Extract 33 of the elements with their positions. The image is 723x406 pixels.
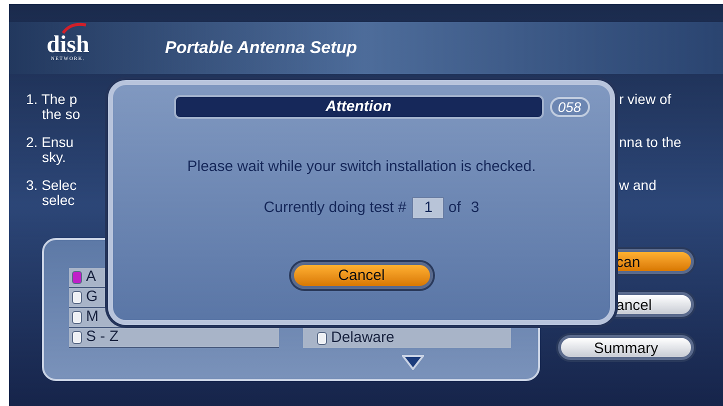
- checkbox[interactable]: [72, 271, 82, 284]
- of-label: of: [448, 198, 461, 218]
- instruction-text: selec: [41, 193, 76, 208]
- list-item[interactable]: Delaware: [303, 328, 511, 348]
- item-label: A: [86, 267, 96, 288]
- logo-wordmark: dish: [46, 33, 90, 57]
- instruction-text: nna to the: [619, 135, 682, 150]
- checkbox[interactable]: [72, 291, 82, 304]
- down-arrow-icon: [402, 354, 424, 370]
- cancel-button[interactable]: Cancel: [290, 262, 432, 289]
- total-tests: 3: [470, 198, 480, 218]
- dialog-title: Attention: [326, 96, 392, 117]
- instruction-text: w and: [619, 178, 658, 193]
- checkbox[interactable]: [72, 311, 82, 324]
- progress-label: Currently doing test #: [264, 198, 406, 218]
- item-label: G: [86, 287, 98, 308]
- instruction-text: the so: [41, 107, 80, 122]
- item-label: S - Z: [86, 327, 118, 348]
- test-number-field: 1: [412, 196, 444, 219]
- checkbox[interactable]: [317, 332, 327, 344]
- instruction-text: 1. The p: [26, 92, 78, 107]
- side-button[interactable]: Summary: [558, 335, 694, 360]
- page-title: Portable Antenna Setup: [165, 37, 358, 60]
- instruction-text: 3. Selec: [26, 178, 77, 193]
- instruction-text: sky.: [41, 150, 67, 165]
- swoosh-icon: [61, 22, 87, 34]
- instruction-text: 2. Ensu: [26, 135, 74, 150]
- dialog-message: Please wait while your switch installation is checked.: [187, 157, 536, 177]
- checkbox[interactable]: [72, 331, 82, 344]
- screen-code: 058: [550, 97, 590, 117]
- item-label: Delaware: [331, 328, 394, 348]
- instruction-text: r view of: [619, 92, 672, 107]
- item-label: M: [86, 307, 98, 328]
